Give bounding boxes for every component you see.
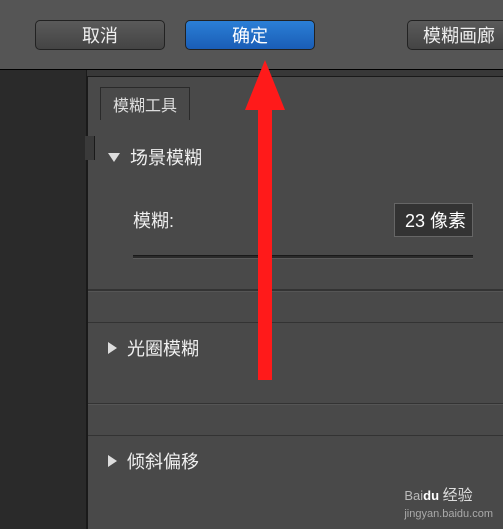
ok-button[interactable]: 确定 bbox=[185, 20, 315, 50]
blur-tools-panel: 模糊工具 场景模糊 模糊: 23 像素 光圈模糊 倾斜偏移 bbox=[87, 76, 503, 529]
section-iris-blur-header[interactable]: 光圈模糊 bbox=[88, 322, 503, 373]
panel-edge bbox=[85, 136, 95, 160]
section-title: 场景模糊 bbox=[130, 144, 202, 170]
divider bbox=[88, 403, 503, 405]
section-tilt-shift-header[interactable]: 倾斜偏移 bbox=[88, 435, 503, 486]
blur-slider-track[interactable] bbox=[133, 255, 473, 259]
watermark-brand: Baidu bbox=[404, 488, 439, 503]
panel-content: 场景模糊 模糊: 23 像素 光圈模糊 倾斜偏移 bbox=[88, 77, 503, 486]
cancel-button[interactable]: 取消 bbox=[35, 20, 165, 50]
blur-label: 模糊: bbox=[133, 207, 174, 233]
blur-slider-row: 模糊: 23 像素 bbox=[133, 207, 473, 233]
collapse-down-icon bbox=[108, 153, 120, 162]
panel-tab-title[interactable]: 模糊工具 bbox=[100, 87, 190, 120]
blur-value-input[interactable]: 23 像素 bbox=[394, 203, 473, 237]
top-toolbar: 取消 确定 模糊画廊 bbox=[0, 0, 503, 70]
section-field-blur-header[interactable]: 场景模糊 bbox=[88, 132, 503, 182]
expand-right-icon bbox=[108, 342, 117, 354]
workspace-area bbox=[0, 70, 87, 529]
watermark-jingyan: 经验 bbox=[443, 487, 473, 504]
expand-right-icon bbox=[108, 455, 117, 467]
watermark-url: jingyan.baidu.com bbox=[404, 508, 493, 520]
divider bbox=[88, 290, 503, 292]
section-title: 倾斜偏移 bbox=[127, 448, 199, 474]
section-field-blur-body: 模糊: 23 像素 bbox=[88, 182, 503, 290]
section-title: 光圈模糊 bbox=[127, 335, 199, 361]
gallery-button[interactable]: 模糊画廊 bbox=[407, 20, 503, 50]
watermark: Baidu 经验 jingyan.baidu.com bbox=[404, 487, 493, 521]
